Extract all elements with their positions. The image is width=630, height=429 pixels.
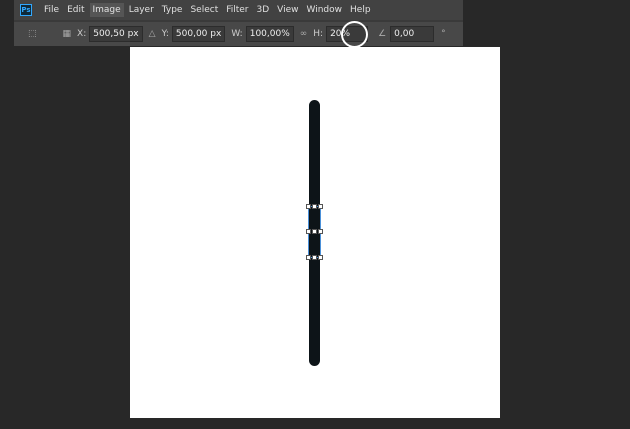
- menu-type[interactable]: Type: [159, 3, 186, 17]
- menu-file[interactable]: File: [41, 3, 62, 17]
- y-label: Y:: [161, 29, 169, 39]
- menu-help[interactable]: Help: [347, 3, 374, 17]
- w-label: W:: [231, 29, 243, 39]
- degree-symbol: °: [441, 29, 446, 39]
- x-field[interactable]: 500,50 px: [89, 26, 143, 42]
- menu-edit[interactable]: Edit: [64, 3, 87, 17]
- transform-handle[interactable]: [318, 255, 323, 260]
- menu-window[interactable]: Window: [304, 3, 346, 17]
- angle-icon: ∠: [378, 29, 387, 39]
- x-label: X:: [77, 29, 87, 39]
- reference-point-handle[interactable]: [312, 229, 317, 234]
- menu-layer[interactable]: Layer: [126, 3, 157, 17]
- transform-handle[interactable]: [306, 255, 311, 260]
- transform-handle[interactable]: [312, 204, 317, 209]
- menu-3d[interactable]: 3D: [254, 3, 273, 17]
- w-field[interactable]: 100,00%: [245, 26, 294, 42]
- transform-handle[interactable]: [318, 204, 323, 209]
- transform-tool-icon: ⬚: [28, 29, 37, 39]
- document-canvas[interactable]: [130, 47, 500, 418]
- transform-handle[interactable]: [312, 255, 317, 260]
- photoshop-window: Ps File Edit Image Layer Type Select Fil…: [14, 0, 463, 46]
- reference-point-icon[interactable]: ▦: [63, 29, 72, 39]
- highlight-circle: [341, 21, 368, 48]
- transform-handle[interactable]: [318, 229, 323, 234]
- y-field[interactable]: 500,00 px: [171, 26, 226, 42]
- delta-icon[interactable]: △: [149, 29, 156, 39]
- menu-image[interactable]: Image: [89, 3, 124, 17]
- menu-bar: Ps File Edit Image Layer Type Select Fil…: [14, 0, 463, 20]
- options-bar: ⬚ ▦ X: 500,50 px △ Y: 500,00 px W: 100,0…: [14, 22, 463, 46]
- transform-handle[interactable]: [306, 204, 311, 209]
- menu-select[interactable]: Select: [187, 3, 221, 17]
- transform-handle[interactable]: [306, 229, 311, 234]
- menu-view[interactable]: View: [274, 3, 301, 17]
- photoshop-logo: Ps: [20, 4, 32, 16]
- menu-filter[interactable]: Filter: [223, 3, 251, 17]
- transform-bounding-box[interactable]: [306, 204, 323, 260]
- h-label: H:: [313, 29, 324, 39]
- link-icon[interactable]: ∞: [300, 29, 308, 39]
- angle-field[interactable]: 0,00: [390, 26, 435, 42]
